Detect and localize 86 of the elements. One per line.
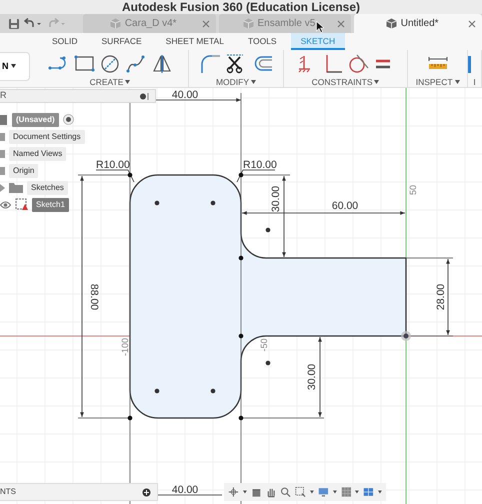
document-tab[interactable]: Untitled* [354, 14, 482, 33]
display-icon[interactable] [318, 485, 329, 499]
pin-icon[interactable] [139, 92, 151, 100]
center-point[interactable] [266, 360, 270, 366]
mirror-icon[interactable] [152, 54, 173, 74]
ribbon-tab[interactable]: SHEET METAL [156, 33, 234, 50]
rectangle-icon[interactable] [74, 54, 95, 74]
browser-item[interactable]: Document Settings [9, 130, 85, 144]
center-point[interactable] [154, 388, 160, 394]
add-icon[interactable] [142, 488, 151, 496]
folder-icon [9, 182, 23, 193]
sketch-icon [15, 198, 28, 211]
sketch-point[interactable] [238, 172, 244, 178]
caret-icon[interactable] [242, 490, 247, 494]
ribbon-tab[interactable]: SOLID [42, 33, 88, 50]
dimension-value[interactable]: 60.00 [332, 200, 358, 212]
fillet-icon[interactable] [200, 54, 220, 74]
workspace-dropdown[interactable]: N [0, 52, 30, 81]
caret-icon[interactable] [378, 490, 382, 494]
center-point[interactable] [266, 228, 270, 232]
dimension-value[interactable]: 28.00 [435, 284, 447, 310]
sketch-point[interactable] [128, 172, 132, 178]
circle-icon[interactable] [100, 54, 121, 74]
close-icon[interactable] [202, 20, 210, 28]
spline-icon[interactable] [126, 54, 147, 74]
dimension-value[interactable]: 30.00 [270, 186, 282, 212]
dimension-value[interactable]: R10.00 [96, 159, 130, 171]
dimension-value[interactable]: 88.00 [88, 284, 100, 310]
panel-title: NTS [0, 486, 16, 498]
axis-label: -100 [120, 338, 130, 356]
sketch-point[interactable] [238, 256, 244, 260]
undo-icon[interactable] [24, 18, 44, 30]
visibility-eye-icon[interactable] [0, 200, 11, 208]
leader-line [96, 170, 134, 182]
caret-icon [10, 64, 16, 68]
ribbon-tab[interactable]: TOOLS [238, 33, 287, 50]
cube-icon [110, 18, 121, 29]
save-icon[interactable] [8, 18, 20, 30]
group-menu[interactable]: I [473, 77, 476, 87]
dimension-value[interactable]: 40.00 [172, 89, 198, 101]
group-menu[interactable]: CONSTRAINTS [312, 77, 380, 87]
dimension-value[interactable]: 30.00 [306, 364, 318, 390]
caret-icon [125, 80, 130, 84]
group-menu[interactable]: INSPECT [416, 77, 460, 87]
ribbon-tab[interactable]: SURFACE [92, 33, 152, 50]
browser-item[interactable]: Named Views [9, 146, 66, 160]
cube-icon [242, 18, 254, 29]
dimension-value[interactable]: R10.00 [243, 159, 277, 171]
viewports-icon[interactable] [363, 485, 374, 499]
cube-icon [386, 18, 397, 29]
panel-title: R [0, 89, 6, 102]
orbit-icon[interactable] [228, 485, 239, 499]
center-point[interactable] [210, 200, 216, 206]
close-icon[interactable] [337, 20, 346, 28]
grid-icon[interactable] [340, 485, 352, 499]
expand-arrow-icon[interactable] [0, 184, 5, 192]
caret-icon[interactable] [332, 490, 337, 494]
radio-indicator-icon[interactable] [62, 114, 74, 125]
axis-label: -50 [259, 338, 269, 352]
zoom-icon[interactable] [280, 485, 292, 499]
tangent-icon[interactable] [348, 54, 370, 74]
caret-icon[interactable] [310, 490, 314, 494]
axis-label: 50 [408, 185, 418, 195]
center-point[interactable] [210, 388, 216, 394]
caret-icon[interactable] [355, 490, 360, 494]
caret-icon [454, 80, 460, 84]
group-menu[interactable]: CREATE [90, 77, 130, 87]
browser-item[interactable]: Sketch1 [32, 198, 69, 212]
origin-point[interactable] [401, 331, 411, 341]
browser-item[interactable]: Origin [9, 164, 38, 178]
sketch-point[interactable] [128, 416, 132, 420]
close-icon[interactable] [468, 20, 476, 28]
zoom-window-icon[interactable] [295, 485, 306, 499]
browser-item[interactable]: Sketches [27, 180, 68, 194]
dimension-value[interactable]: 40.00 [172, 484, 198, 496]
caret-icon [374, 80, 380, 84]
sketch-profile[interactable] [129, 174, 407, 419]
window-title: Autodesk Fusion 360 (Education License) [122, 0, 360, 14]
leader-line [236, 170, 276, 182]
group-menu[interactable]: MODIFY [216, 77, 256, 87]
sketch-point[interactable] [238, 334, 244, 338]
sketch-point[interactable] [238, 416, 244, 420]
mouse-cursor-icon [316, 21, 324, 33]
component-icon [0, 114, 8, 126]
caret-icon [251, 80, 256, 84]
center-point[interactable] [154, 200, 160, 206]
